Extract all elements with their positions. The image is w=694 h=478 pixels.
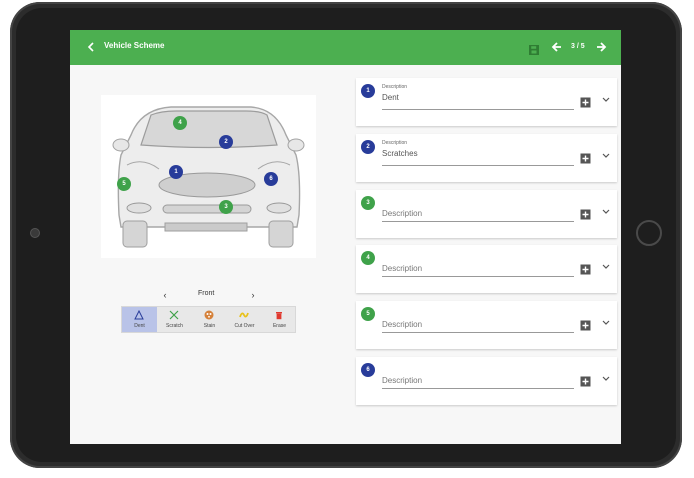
tool-label: Cut Over	[234, 323, 255, 329]
description-label: Description	[382, 84, 408, 90]
description-card-5: 5 Description	[356, 301, 617, 349]
description-input[interactable]: Dent	[382, 93, 399, 102]
chevron-down-icon[interactable]	[602, 262, 610, 272]
card-number-badge: 1	[361, 84, 375, 98]
tool-label: Erase	[272, 323, 287, 329]
damage-marker-1[interactable]: 1	[169, 165, 183, 179]
tool-erase[interactable]: Erase	[262, 307, 297, 332]
description-input[interactable]: Description	[382, 209, 422, 218]
damage-marker-4[interactable]: 4	[173, 116, 187, 130]
card-number-badge: 4	[361, 251, 375, 265]
tool-label: Dent	[134, 323, 145, 329]
tool-cut-over[interactable]: Cut Over	[227, 307, 262, 332]
save-icon[interactable]	[529, 42, 539, 55]
cross-icon	[169, 310, 179, 320]
description-card-4: 4 Description	[356, 245, 617, 293]
add-photo-icon[interactable]	[580, 151, 591, 164]
damage-marker-2[interactable]: 2	[219, 135, 233, 149]
add-photo-icon[interactable]	[580, 262, 591, 275]
chevron-down-icon[interactable]	[602, 318, 610, 328]
app-bar: Vehicle Scheme 3 / 5	[70, 30, 621, 65]
page-indicator: 3 / 5	[571, 43, 585, 50]
input-underline	[382, 165, 574, 166]
tool-scratch[interactable]: Scratch	[157, 307, 192, 332]
damage-marker-6[interactable]: 6	[264, 172, 278, 186]
description-card-2: 2 Description Scratches	[356, 134, 617, 182]
add-photo-icon[interactable]	[580, 207, 591, 220]
chevron-down-icon[interactable]	[602, 151, 610, 161]
home-button[interactable]	[636, 220, 662, 246]
card-number-badge: 2	[361, 140, 375, 154]
view-label: Front	[198, 290, 215, 297]
next-page-icon[interactable]	[595, 40, 607, 54]
car-front-illustration	[112, 106, 305, 248]
previous-view-icon[interactable]: ‹	[160, 288, 170, 302]
chevron-down-icon[interactable]	[602, 207, 610, 217]
input-underline	[382, 388, 574, 389]
app-screen: Vehicle Scheme 3 / 5 4 2 1 6 5 3 ‹ Front…	[70, 30, 621, 444]
previous-page-icon[interactable]	[551, 40, 563, 54]
input-underline	[382, 276, 574, 277]
vehicle-diagram[interactable]: 4 2 1 6 5 3	[101, 95, 316, 258]
triangle-icon	[134, 309, 144, 320]
input-underline	[382, 221, 574, 222]
back-arrow-icon[interactable]	[84, 39, 98, 55]
page-title: Vehicle Scheme	[104, 41, 165, 50]
description-input[interactable]: Description	[382, 376, 422, 385]
tool-label: Stain	[203, 323, 216, 329]
tool-stain[interactable]: Stain	[192, 307, 227, 332]
card-number-badge: 6	[361, 363, 375, 377]
cut-over-icon	[239, 310, 249, 320]
description-card-1: 1 Description Dent	[356, 78, 617, 126]
trash-icon	[274, 310, 284, 320]
add-photo-icon[interactable]	[580, 374, 591, 387]
card-number-badge: 3	[361, 196, 375, 210]
next-view-icon[interactable]: ›	[248, 288, 258, 302]
view-selector: ‹ Front ›	[160, 288, 260, 302]
damage-marker-3[interactable]: 3	[219, 200, 233, 214]
card-number-badge: 5	[361, 307, 375, 321]
add-photo-icon[interactable]	[580, 318, 591, 331]
description-input[interactable]: Description	[382, 264, 422, 273]
input-underline	[382, 332, 574, 333]
description-card-3: 3 Description	[356, 190, 617, 238]
damage-tool-bar: Dent Scratch Stain Cut Over Erase	[121, 306, 296, 333]
description-input[interactable]: Description	[382, 320, 422, 329]
tool-dent[interactable]: Dent	[122, 307, 157, 332]
chevron-down-icon[interactable]	[602, 95, 610, 105]
tool-label: Scratch	[166, 323, 183, 329]
description-input[interactable]: Scratches	[382, 149, 418, 158]
description-label: Description	[382, 140, 408, 146]
input-underline	[382, 109, 574, 110]
camera-icon	[30, 228, 40, 238]
add-photo-icon[interactable]	[580, 95, 591, 108]
damage-marker-5[interactable]: 5	[117, 177, 131, 191]
description-card-6: 6 Description	[356, 357, 617, 405]
chevron-down-icon[interactable]	[602, 374, 610, 384]
stain-icon	[204, 310, 214, 320]
